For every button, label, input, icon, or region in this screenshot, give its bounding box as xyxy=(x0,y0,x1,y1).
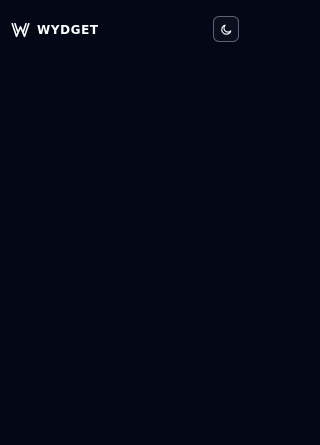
wydget-logo-icon xyxy=(11,22,30,38)
moon-icon xyxy=(220,24,231,35)
top-bar: WYDGET xyxy=(0,0,250,58)
brand-home-link[interactable]: WYDGET xyxy=(11,20,99,40)
main-content xyxy=(0,58,250,445)
theme-toggle-button[interactable] xyxy=(213,16,239,42)
brand-name: WYDGET xyxy=(37,23,99,37)
